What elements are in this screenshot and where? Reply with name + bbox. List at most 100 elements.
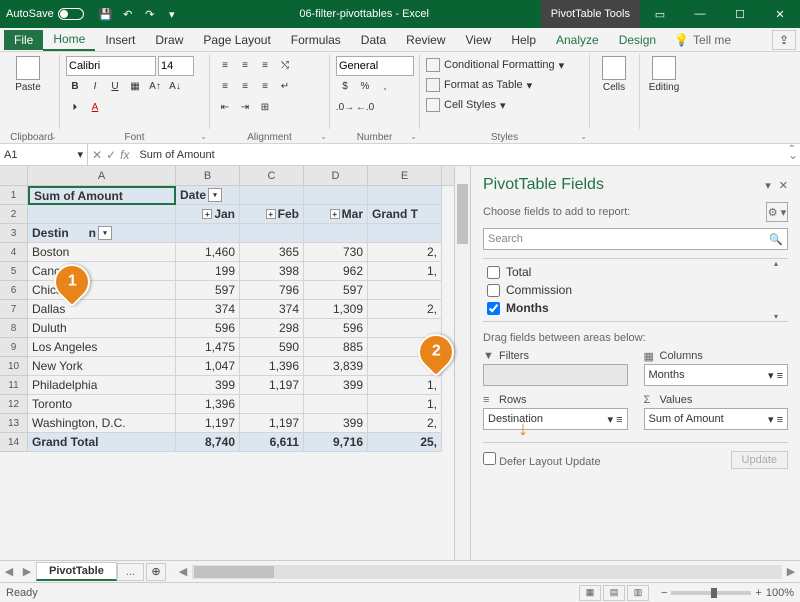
cell[interactable]: 1,047 <box>176 357 240 376</box>
paste-button[interactable]: Paste <box>10 56 46 93</box>
cell[interactable]: 374 <box>240 300 304 319</box>
cell[interactable]: 8,740 <box>176 433 240 452</box>
minimize-icon[interactable]: — <box>680 0 720 28</box>
editing-button[interactable]: Editing <box>646 56 682 93</box>
accounting-icon[interactable]: $ <box>336 78 354 96</box>
page-layout-view-icon[interactable]: ▤ <box>603 585 625 601</box>
border-button[interactable]: ▦ <box>126 78 144 96</box>
expand-icon[interactable]: + <box>202 209 212 219</box>
new-sheet-button[interactable]: ⊕ <box>146 563 166 581</box>
maximize-icon[interactable]: ☐ <box>720 0 760 28</box>
bold-button[interactable]: B <box>66 78 84 96</box>
cell[interactable]: 3,839 <box>304 357 368 376</box>
scroll-down-icon[interactable]: ▾ <box>774 312 788 321</box>
align-bottom-icon[interactable]: ≡ <box>256 57 274 75</box>
cell[interactable]: 399 <box>176 376 240 395</box>
cell[interactable]: 596 <box>176 319 240 338</box>
row-header[interactable]: 9 <box>0 338 28 357</box>
fx-icon[interactable]: fx <box>120 148 129 162</box>
cell[interactable]: 399 <box>304 376 368 395</box>
cell[interactable]: Los Angeles <box>28 338 176 357</box>
sheet-nav-prev-icon[interactable]: ◀ <box>0 565 18 578</box>
italic-button[interactable]: I <box>86 78 104 96</box>
name-box[interactable]: A1▾ <box>0 144 88 165</box>
share-button[interactable]: ⇪ <box>772 30 796 50</box>
pane-dropdown-icon[interactable]: ▾ <box>765 179 771 192</box>
tab-review[interactable]: Review <box>396 30 455 50</box>
col-header-b[interactable]: B <box>176 166 240 185</box>
cell[interactable]: Dallas <box>28 300 176 319</box>
tell-me-search[interactable]: 💡 Tell me <box>674 33 731 47</box>
orientation-icon[interactable]: ⤭ <box>276 57 294 75</box>
merge-button[interactable]: ⊞ <box>256 99 274 117</box>
row-header[interactable]: 12 <box>0 395 28 414</box>
col-header-d[interactable]: D <box>304 166 368 185</box>
cell[interactable]: 1, <box>368 262 442 281</box>
field-item[interactable]: Months <box>483 299 788 317</box>
increase-font-icon[interactable]: A↑ <box>146 78 164 96</box>
font-name-combo[interactable] <box>66 56 156 76</box>
chevron-down-icon[interactable]: ▾ <box>77 148 83 161</box>
field-checkbox[interactable] <box>487 302 500 315</box>
cell[interactable]: 1, <box>368 376 442 395</box>
align-center-icon[interactable]: ≡ <box>236 78 254 96</box>
gear-icon[interactable]: ⚙ ▾ <box>766 202 788 222</box>
cell[interactable]: 1,460 <box>176 243 240 262</box>
cell[interactable]: 199 <box>176 262 240 281</box>
zoom-slider[interactable] <box>671 591 751 595</box>
cell[interactable]: 597 <box>304 281 368 300</box>
cell[interactable]: Philadelphia <box>28 376 176 395</box>
tab-draw[interactable]: Draw <box>145 30 193 50</box>
filters-drop[interactable] <box>483 364 628 386</box>
scroll-up-icon[interactable]: ▴ <box>774 259 788 268</box>
cell[interactable]: 730 <box>304 243 368 262</box>
values-drop[interactable]: Sum of Amount▾ ≡ <box>644 408 789 430</box>
filters-area[interactable]: ▼Filters <box>483 350 628 386</box>
cell[interactable]: 25, <box>368 433 442 452</box>
cell[interactable]: Washington, D.C. <box>28 414 176 433</box>
select-all-corner[interactable] <box>0 166 28 185</box>
row-header[interactable]: 13 <box>0 414 28 433</box>
cell[interactable]: 796 <box>240 281 304 300</box>
cell[interactable]: New York <box>28 357 176 376</box>
cell[interactable]: Cancun <box>28 262 176 281</box>
tab-formulas[interactable]: Formulas <box>281 30 351 50</box>
font-size-combo[interactable] <box>158 56 194 76</box>
row-header[interactable]: 7 <box>0 300 28 319</box>
decrease-indent-icon[interactable]: ⇤ <box>216 99 234 117</box>
comma-icon[interactable]: , <box>376 78 394 96</box>
decrease-font-icon[interactable]: A↓ <box>166 78 184 96</box>
align-right-icon[interactable]: ≡ <box>256 78 274 96</box>
tab-file[interactable]: File <box>4 30 43 50</box>
save-icon[interactable]: 💾 <box>98 6 114 22</box>
qat-more-icon[interactable]: ▾ <box>164 6 180 22</box>
collapse-ribbon-icon[interactable]: ⌃ <box>788 144 796 155</box>
col-header-a[interactable]: A <box>28 166 176 185</box>
cancel-formula-icon[interactable]: ✕ <box>92 148 102 162</box>
cell-styles-button[interactable]: Cell Styles ▾ <box>426 96 506 114</box>
tab-home[interactable]: Home <box>43 29 95 51</box>
cell[interactable]: 596 <box>304 319 368 338</box>
columns-drop[interactable]: Months▾ ≡ <box>644 364 789 386</box>
horizontal-scrollbar[interactable]: ◀▶ <box>174 565 800 579</box>
tab-view[interactable]: View <box>456 30 502 50</box>
normal-view-icon[interactable]: ▦ <box>579 585 601 601</box>
cell[interactable]: 374 <box>176 300 240 319</box>
tab-page-layout[interactable]: Page Layout <box>193 30 280 50</box>
row-header[interactable]: 11 <box>0 376 28 395</box>
row-header[interactable]: 14 <box>0 433 28 452</box>
sheet-tab-more[interactable]: ... <box>117 563 144 581</box>
pivot-value-label[interactable]: Sum of Amount <box>28 186 176 205</box>
field-search-input[interactable]: Search 🔍 <box>483 228 788 250</box>
increase-indent-icon[interactable]: ⇥ <box>236 99 254 117</box>
cell[interactable]: 2, <box>368 300 442 319</box>
align-middle-icon[interactable]: ≡ <box>236 57 254 75</box>
row-header[interactable]: 4 <box>0 243 28 262</box>
undo-icon[interactable]: ↶ <box>120 6 136 22</box>
tab-data[interactable]: Data <box>351 30 396 50</box>
cell[interactable] <box>240 395 304 414</box>
pivot-row-field[interactable]: Destin n▾ <box>28 224 176 243</box>
cell[interactable]: 1,197 <box>240 414 304 433</box>
defer-checkbox[interactable]: Defer Layout Update <box>483 452 601 468</box>
align-left-icon[interactable]: ≡ <box>216 78 234 96</box>
